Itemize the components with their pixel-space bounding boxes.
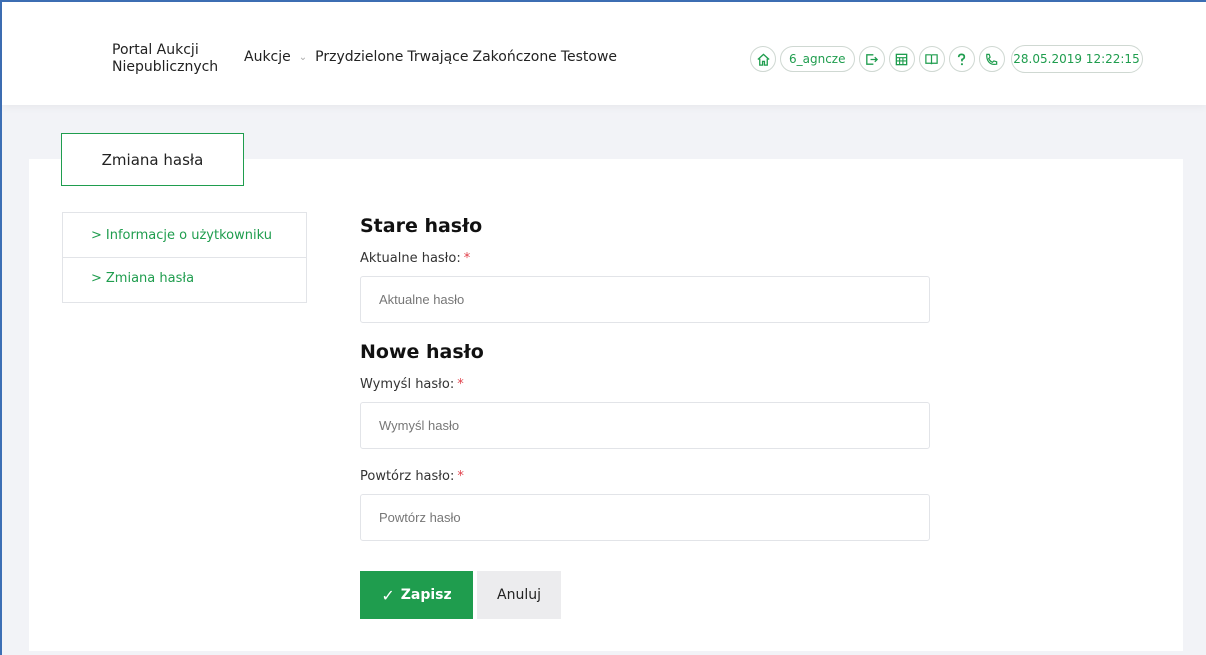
brand-line2: Niepublicznych bbox=[112, 59, 219, 75]
brand-line1: Portal Aukcji bbox=[112, 42, 199, 58]
old-password-heading: Stare hasło bbox=[360, 215, 483, 237]
new-password-label: Wymyśl hasło: * bbox=[360, 377, 930, 392]
phone-icon bbox=[986, 53, 998, 65]
chevron-right-icon: > bbox=[91, 228, 102, 243]
sidebar-menu: > Informacje o użytkowniku > Zmiana hasła bbox=[62, 212, 307, 303]
repeat-password-label: Powtórz hasło: * bbox=[360, 469, 930, 484]
required-mark: * bbox=[457, 469, 464, 484]
app-frame: Portal Aukcji Niepublicznych Aukcje ⌄ Pr… bbox=[0, 0, 1206, 655]
save-button-label: Zapisz bbox=[400, 587, 452, 603]
sidebar-item-label: Zmiana hasła bbox=[105, 271, 195, 286]
repeat-password-label-text: Powtórz hasło: bbox=[360, 469, 455, 484]
required-mark: * bbox=[457, 377, 464, 392]
nav-testowe[interactable]: Testowe bbox=[561, 49, 617, 65]
chevron-right-icon: > bbox=[91, 271, 102, 286]
sidebar-item-label: Informacje o użytkowniku bbox=[105, 228, 272, 243]
chevron-down-icon[interactable]: ⌄ bbox=[299, 52, 307, 63]
brand-logo-text[interactable]: Portal Aukcji Niepublicznych bbox=[112, 42, 218, 76]
calculator-button[interactable] bbox=[888, 46, 915, 72]
calculator-icon bbox=[895, 53, 908, 65]
manual-button[interactable] bbox=[918, 46, 945, 72]
new-password-input[interactable] bbox=[360, 402, 930, 449]
form-actions: ✓ Zapisz Anuluj bbox=[360, 571, 561, 619]
logout-button[interactable] bbox=[858, 46, 885, 72]
cancel-button[interactable]: Anuluj bbox=[477, 571, 561, 619]
home-button[interactable] bbox=[750, 46, 776, 72]
book-icon bbox=[925, 53, 938, 64]
check-icon: ✓ bbox=[381, 585, 395, 605]
header-toolbar: 6_agncze 28.05.2019 12:22:15 bbox=[750, 45, 1143, 73]
nav-aukcje[interactable]: Aukcje bbox=[244, 49, 291, 65]
current-password-label: Aktualne hasło: * bbox=[360, 251, 930, 266]
main-nav: Aukcje ⌄ Przydzielone Trwające Zakończon… bbox=[244, 49, 621, 65]
logout-icon bbox=[866, 53, 879, 65]
nav-trwajace[interactable]: Trwające bbox=[407, 49, 468, 65]
phone-button[interactable] bbox=[978, 46, 1005, 72]
new-password-heading: Nowe hasło bbox=[360, 341, 484, 363]
save-button[interactable]: ✓ Zapisz bbox=[360, 571, 473, 619]
required-mark: * bbox=[463, 251, 471, 266]
user-badge[interactable]: 6_agncze bbox=[780, 46, 855, 72]
help-icon bbox=[957, 52, 966, 65]
datetime-display: 28.05.2019 12:22:15 bbox=[1010, 45, 1143, 73]
current-password-label-text: Aktualne hasło: bbox=[360, 251, 461, 266]
sidebar-item-user-info[interactable]: > Informacje o użytkowniku bbox=[63, 213, 306, 258]
nav-przydzielone[interactable]: Przydzielone bbox=[315, 49, 403, 65]
home-icon bbox=[756, 52, 770, 66]
current-password-input[interactable] bbox=[360, 276, 930, 323]
nav-zakonczone[interactable]: Zakończone bbox=[472, 49, 556, 65]
new-password-label-text: Wymyśl hasło: bbox=[360, 377, 455, 392]
sidebar-item-change-password[interactable]: > Zmiana hasła bbox=[63, 258, 306, 302]
page-title-tab: Zmiana hasła bbox=[61, 133, 244, 186]
password-form: Stare hasło Aktualne hasło: * Nowe hasło … bbox=[360, 215, 930, 541]
top-header: Portal Aukcji Niepublicznych Aukcje ⌄ Pr… bbox=[2, 2, 1206, 105]
repeat-password-input[interactable] bbox=[360, 494, 930, 541]
help-button[interactable] bbox=[948, 46, 975, 72]
